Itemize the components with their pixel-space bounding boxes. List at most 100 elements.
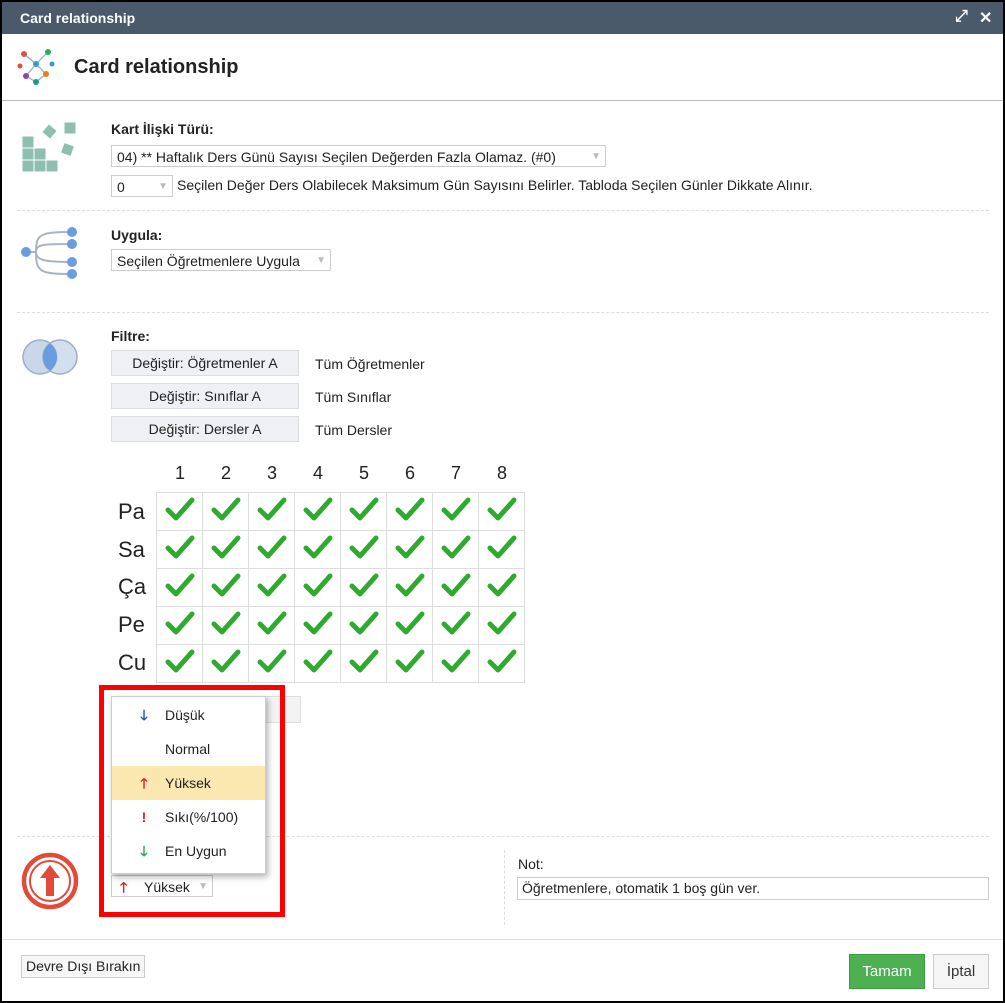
change-subjects-button[interactable]: Değiştir: Dersler A [111, 416, 299, 442]
grid-cell[interactable] [340, 644, 387, 683]
arrow-up-icon: 🡑 [140, 775, 148, 791]
grid-cell[interactable] [386, 644, 433, 683]
grid-cell[interactable] [202, 606, 249, 645]
chevron-down-icon: ▼ [316, 255, 326, 266]
day-header[interactable]: Pa [118, 499, 145, 525]
grid-cell[interactable] [478, 568, 525, 607]
ok-button[interactable]: Tamam [849, 954, 925, 989]
checkmark-icon [165, 535, 194, 559]
divider [504, 850, 505, 925]
checkmark-icon [441, 497, 470, 521]
day-header[interactable]: Ça [118, 574, 146, 600]
checkmark-icon [257, 573, 286, 597]
apply-select[interactable]: Seçilen Öğretmenlere Uygula ▼ [111, 249, 331, 271]
grid-cell[interactable] [432, 644, 479, 683]
grid-cell[interactable] [386, 492, 433, 531]
grid-cell[interactable] [294, 644, 341, 683]
importance-option-best[interactable]: 🡓 En Uygun [112, 834, 265, 868]
day-header[interactable]: Pe [118, 612, 145, 638]
grid-cell[interactable] [478, 644, 525, 683]
grid-cell[interactable] [248, 606, 295, 645]
close-icon[interactable]: ✕ [979, 8, 992, 28]
grid-cell[interactable] [432, 530, 479, 569]
grid-cell[interactable] [386, 568, 433, 607]
importance-option-low[interactable]: 🡓 Düşük [112, 698, 265, 732]
grid-cell[interactable] [202, 568, 249, 607]
footer-divider [2, 939, 1003, 940]
period-header[interactable]: 2 [203, 463, 249, 484]
day-header[interactable]: Cu [118, 650, 146, 676]
period-header[interactable]: 3 [249, 463, 295, 484]
importance-select[interactable]: 🡑 Yüksek ▼ [111, 875, 213, 897]
change-teachers-button[interactable]: Değiştir: Öğretmenler A [111, 350, 299, 376]
importance-value: Yüksek [144, 879, 190, 895]
checkmark-icon [303, 573, 332, 597]
disable-button[interactable]: Devre Dışı Bırakın [21, 955, 146, 978]
grid-cell[interactable] [248, 492, 295, 531]
exclamation-icon: ! [141, 809, 147, 825]
classes-filter-value: Tüm Sınıflar [315, 389, 392, 405]
period-header[interactable]: 4 [295, 463, 341, 484]
note-input[interactable]: Öğretmenlere, otomatik 1 boş gün ver. [517, 877, 989, 900]
title-bar[interactable]: Card relationship ⤢ ✕ [2, 2, 1003, 34]
cancel-button[interactable]: İptal [933, 954, 989, 989]
option-label: Sıkı(%/100) [165, 809, 239, 825]
grid-cell[interactable] [156, 568, 203, 607]
grid-cell[interactable] [432, 606, 479, 645]
importance-option-normal[interactable]: Normal [112, 732, 265, 766]
relation-type-value: 04) ** Haftalık Ders Günü Sayısı Seçilen… [117, 149, 556, 165]
grid-cell[interactable] [340, 568, 387, 607]
grid-cell[interactable] [478, 530, 525, 569]
window-title: Card relationship [20, 10, 136, 26]
relation-type-select[interactable]: 04) ** Haftalık Ders Günü Sayısı Seçilen… [111, 145, 606, 167]
max-day-select[interactable]: 0 ▼ [111, 175, 173, 197]
change-classes-button[interactable]: Değiştir: Sınıflar A [111, 383, 299, 409]
grid-cell[interactable] [386, 530, 433, 569]
checkmark-icon [211, 497, 240, 521]
grid-cell[interactable] [294, 530, 341, 569]
period-header[interactable]: 6 [387, 463, 433, 484]
importance-option-strict[interactable]: ! Sıkı(%/100) [112, 800, 265, 834]
partially-hidden-button[interactable] [264, 696, 301, 723]
grid-cell[interactable] [202, 492, 249, 531]
grid-cell[interactable] [294, 606, 341, 645]
grid-cell[interactable] [248, 530, 295, 569]
period-header[interactable]: 7 [433, 463, 479, 484]
grid-cell[interactable] [202, 530, 249, 569]
grid-cell[interactable] [248, 644, 295, 683]
checkmark-icon [165, 611, 194, 635]
grid-cell[interactable] [432, 492, 479, 531]
relation-type-label: Kart İlişki Türü: [111, 121, 214, 137]
grid-cell[interactable] [156, 606, 203, 645]
period-header[interactable]: 1 [157, 463, 203, 484]
grid-cell[interactable] [386, 606, 433, 645]
max-day-value: 0 [117, 179, 125, 195]
grid-cell[interactable] [478, 606, 525, 645]
checkmark-icon [165, 649, 194, 673]
grid-cell[interactable] [340, 606, 387, 645]
grid-cell[interactable] [156, 492, 203, 531]
grid-cell[interactable] [248, 568, 295, 607]
grid-cell[interactable] [294, 492, 341, 531]
checkmark-icon [349, 573, 378, 597]
day-header[interactable]: Sa [118, 537, 145, 563]
option-label: Normal [165, 741, 211, 757]
checkmark-icon [395, 611, 424, 635]
apply-value: Seçilen Öğretmenlere Uygula [117, 253, 300, 269]
grid-cell[interactable] [156, 644, 203, 683]
grid-cell[interactable] [340, 530, 387, 569]
importance-option-high[interactable]: 🡑 Yüksek [112, 766, 265, 800]
period-header[interactable]: 5 [341, 463, 387, 484]
grid-cell[interactable] [432, 568, 479, 607]
grid-cell[interactable] [340, 492, 387, 531]
grid-cell[interactable] [202, 644, 249, 683]
period-header[interactable]: 8 [479, 463, 525, 484]
grid-cell[interactable] [478, 492, 525, 531]
dialog-header: Card relationship [2, 34, 1003, 101]
checkmark-icon [165, 573, 194, 597]
grid-cell[interactable] [294, 568, 341, 607]
expand-icon[interactable]: ⤢ [955, 8, 968, 26]
arrow-up-circle-icon [21, 852, 79, 910]
grid-cell[interactable] [156, 530, 203, 569]
option-label: Düşük [165, 707, 205, 723]
